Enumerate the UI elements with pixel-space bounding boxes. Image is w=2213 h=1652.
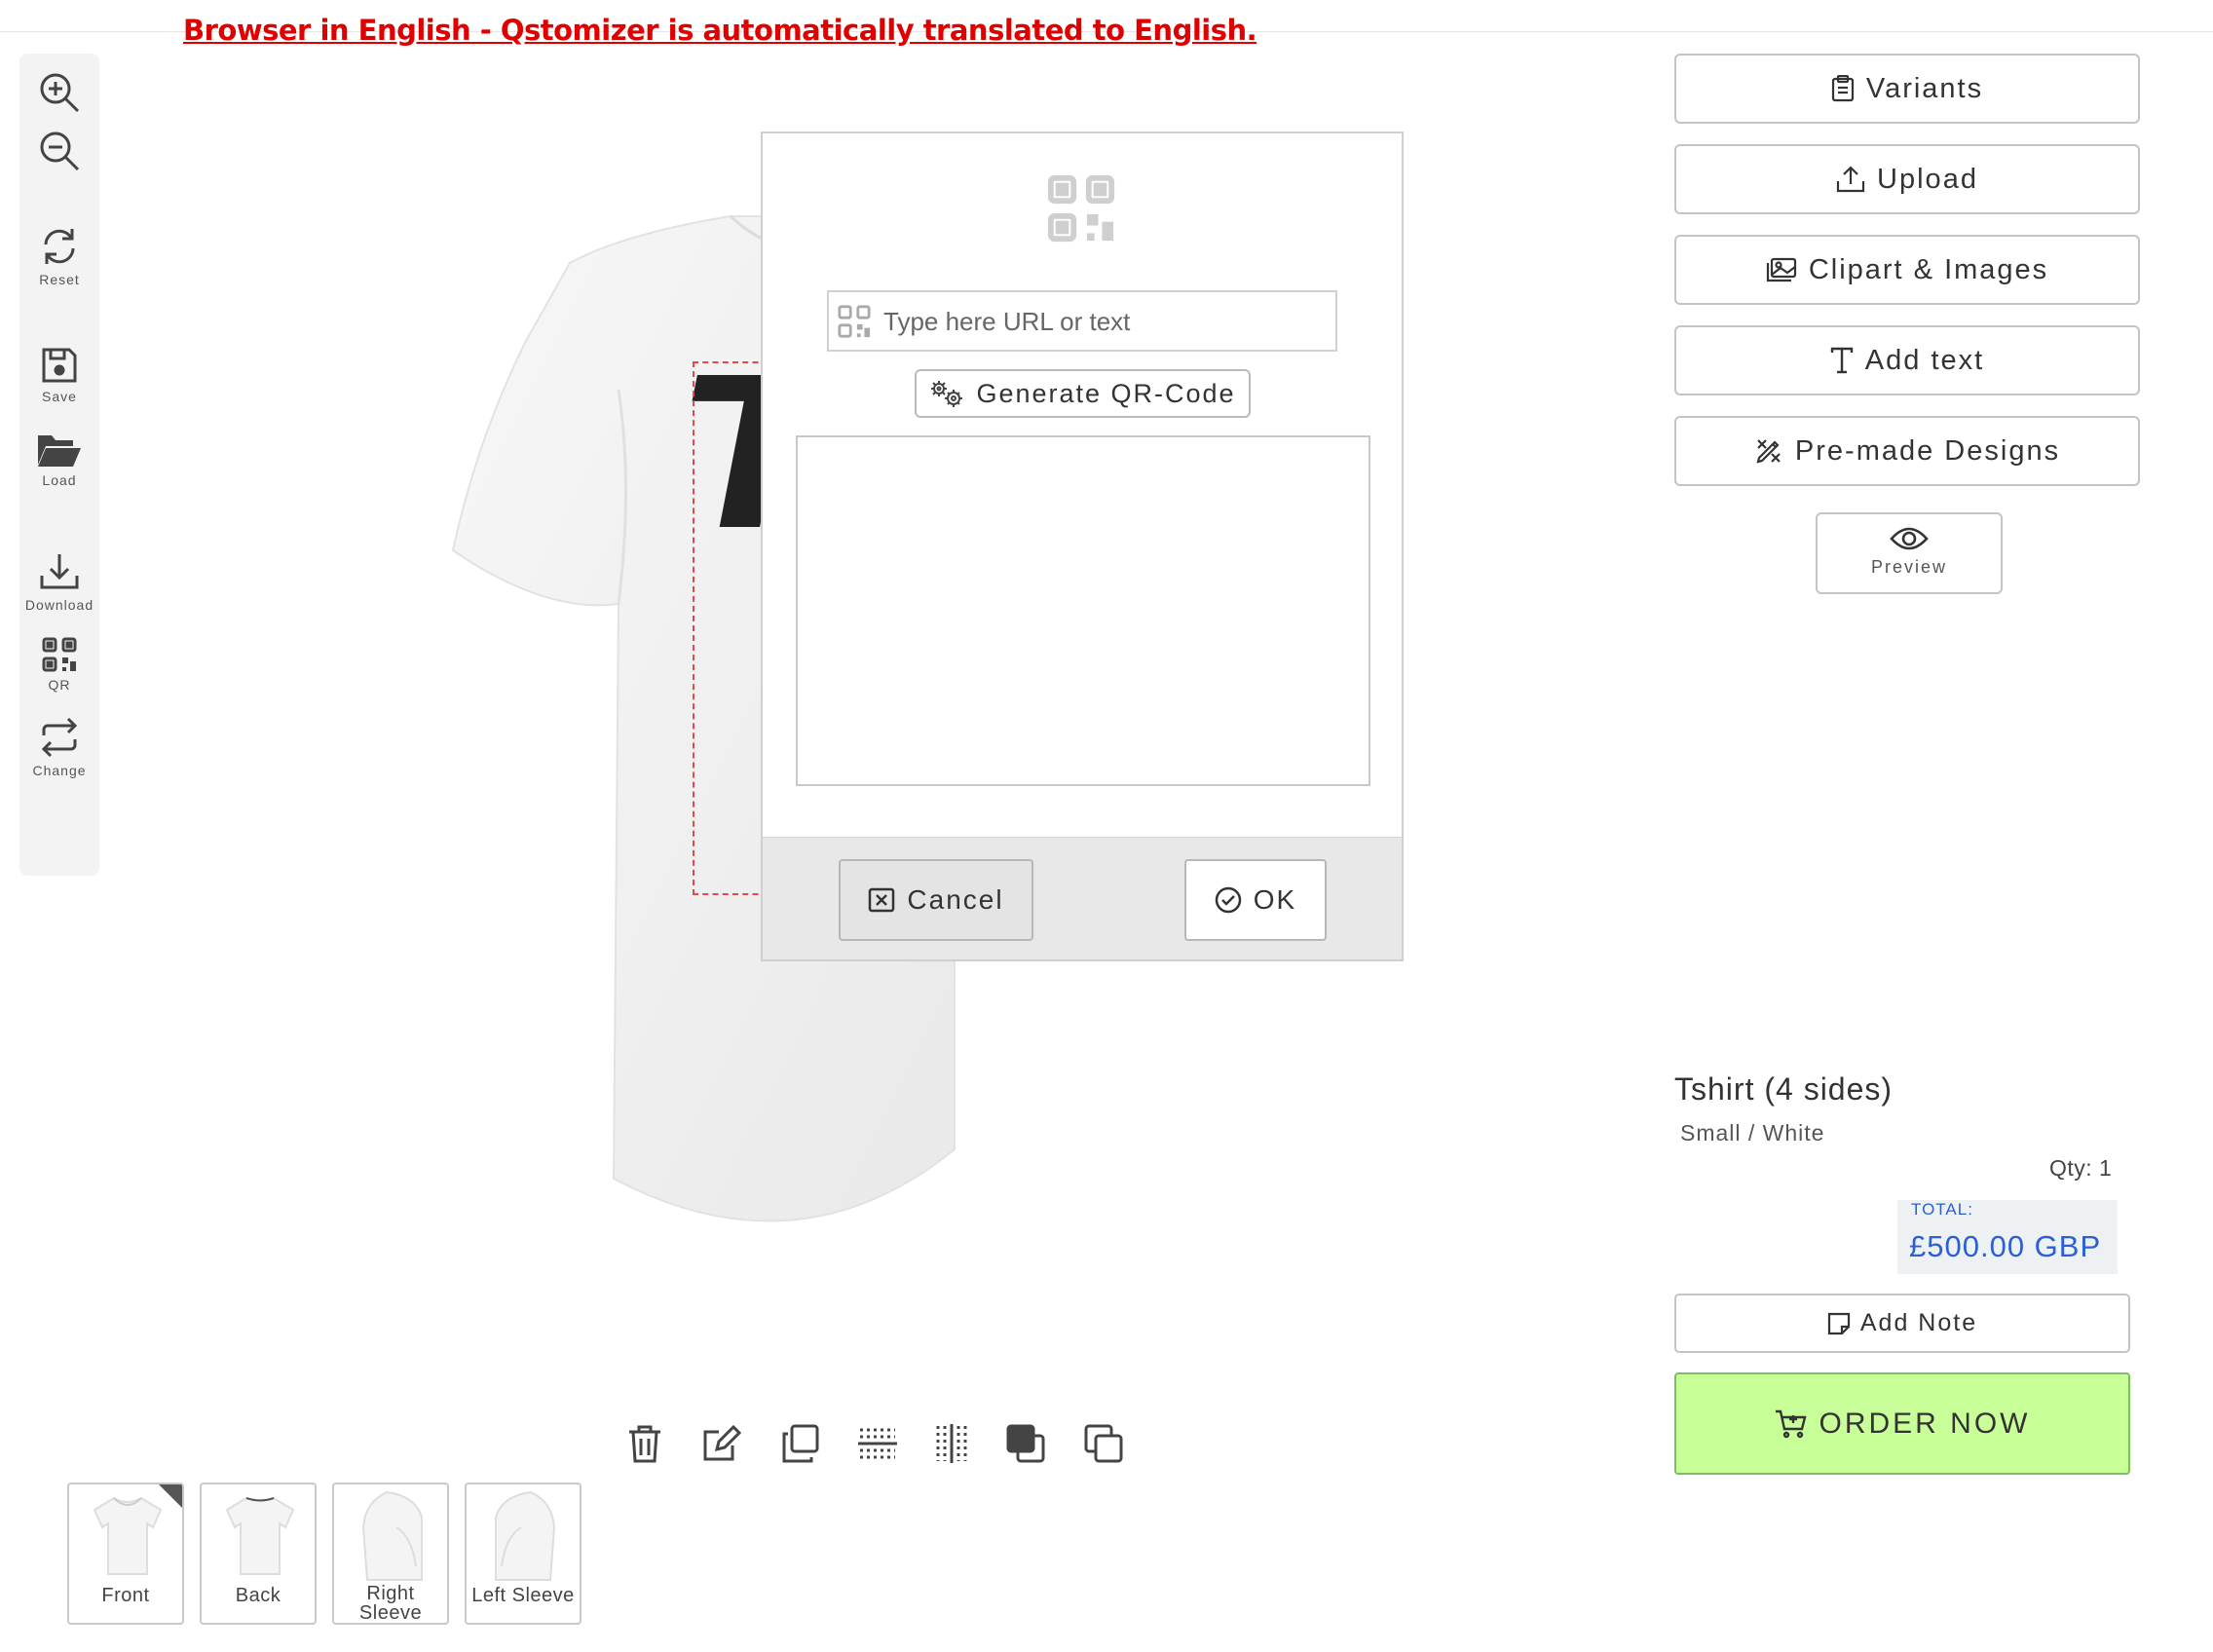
view-thumb-left-sleeve[interactable]: Left Sleeve xyxy=(465,1483,581,1625)
cancel-button[interactable]: Cancel xyxy=(839,859,1033,941)
view-thumb-back[interactable]: Back xyxy=(200,1483,317,1625)
translation-banner: Browser in English - Qstomizer is automa… xyxy=(183,14,1257,47)
ok-button[interactable]: OK xyxy=(1184,859,1327,941)
change-label: Change xyxy=(32,763,87,778)
reset-label: Reset xyxy=(39,272,80,287)
qr-label: QR xyxy=(48,677,71,693)
view-label-back: Back xyxy=(235,1585,281,1606)
add-note-label: Add Note xyxy=(1859,1309,1978,1336)
qr-preview-area xyxy=(796,435,1370,786)
zoom-in-button[interactable] xyxy=(19,71,99,114)
variants-label: Variants xyxy=(1865,72,1984,104)
total-value: £500.00 GBP xyxy=(1909,1229,2102,1263)
qr-url-input[interactable] xyxy=(883,300,1322,343)
qr-code-dialog: Generate QR-Code Cancel OK xyxy=(761,131,1404,961)
eye-icon xyxy=(1890,527,1929,550)
delete-icon[interactable] xyxy=(623,1422,666,1465)
zoom-out-button[interactable] xyxy=(19,130,99,172)
clipboard-icon xyxy=(1831,75,1854,102)
zoom-out-icon xyxy=(40,131,80,171)
add-text-button[interactable]: Add text xyxy=(1674,325,2140,395)
clipart-images-label: Clipart & Images xyxy=(1808,253,2049,285)
upload-label: Upload xyxy=(1877,163,1978,195)
total-label: TOTAL: xyxy=(1911,1200,1973,1219)
active-view-marker xyxy=(159,1484,182,1508)
total-box: TOTAL: £500.00 GBP xyxy=(1897,1200,2118,1274)
view-thumb-right-sleeve[interactable]: Right Sleeve xyxy=(332,1483,449,1625)
cart-plus-icon xyxy=(1775,1409,1807,1438)
left-toolbar: Reset Save Load Download QR Change xyxy=(19,54,99,876)
qr-small-icon xyxy=(838,305,871,338)
tshirt-right-sleeve-thumbnail xyxy=(361,1490,423,1581)
quantity-text: Qty: 1 xyxy=(2049,1155,2113,1181)
qr-icon xyxy=(42,637,77,672)
gears-icon xyxy=(931,381,963,407)
save-label: Save xyxy=(42,389,77,404)
preview-button[interactable]: Preview xyxy=(1816,512,2003,594)
duplicate-icon[interactable] xyxy=(778,1422,821,1465)
premade-designs-button[interactable]: Pre-made Designs xyxy=(1674,416,2140,486)
design-tools-icon xyxy=(1756,439,1781,464)
swap-icon xyxy=(41,717,78,758)
download-button[interactable]: Download xyxy=(19,550,99,613)
generate-qr-button[interactable]: Generate QR-Code xyxy=(915,369,1251,418)
tshirt-left-sleeve-thumbnail xyxy=(495,1490,556,1581)
reset-button[interactable]: Reset xyxy=(19,225,99,287)
view-thumb-front[interactable]: Front xyxy=(67,1483,184,1625)
save-icon xyxy=(42,348,77,383)
images-icon xyxy=(1766,257,1796,282)
tshirt-front-thumbnail xyxy=(93,1496,163,1575)
order-now-label: ORDER NOW xyxy=(1819,1407,2031,1440)
qr-button[interactable]: QR xyxy=(19,636,99,693)
zoom-in-icon xyxy=(40,73,80,113)
preview-label: Preview xyxy=(1870,557,1948,577)
load-label: Load xyxy=(42,472,77,488)
cancel-label: Cancel xyxy=(907,884,1004,915)
view-label-left-sleeve: Left Sleeve xyxy=(471,1585,575,1606)
close-box-icon xyxy=(869,887,895,913)
edit-icon[interactable] xyxy=(699,1422,742,1465)
download-label: Download xyxy=(24,597,94,613)
upload-icon xyxy=(1836,166,1865,193)
upload-button[interactable]: Upload xyxy=(1674,144,2140,214)
reset-icon xyxy=(44,229,75,264)
save-button[interactable]: Save xyxy=(19,346,99,404)
load-button[interactable]: Load xyxy=(19,432,99,488)
change-button[interactable]: Change xyxy=(19,716,99,778)
text-icon xyxy=(1830,347,1853,374)
add-note-button[interactable]: Add Note xyxy=(1674,1294,2130,1353)
clipart-images-button[interactable]: Clipart & Images xyxy=(1674,235,2140,305)
check-circle-icon xyxy=(1215,886,1242,914)
add-text-label: Add text xyxy=(1864,344,1985,376)
download-icon xyxy=(40,554,79,589)
qr-header-icon xyxy=(1047,174,1115,243)
variants-button[interactable]: Variants xyxy=(1674,54,2140,124)
qr-url-field xyxy=(827,290,1337,352)
view-label-front: Front xyxy=(101,1585,150,1606)
folder-open-icon xyxy=(38,435,81,467)
premade-designs-label: Pre-made Designs xyxy=(1794,434,2061,467)
note-icon xyxy=(1827,1312,1850,1334)
center-horizontal-icon[interactable] xyxy=(856,1422,899,1465)
tshirt-back-thumbnail xyxy=(225,1496,295,1575)
ok-label: OK xyxy=(1253,884,1297,915)
center-vertical-icon[interactable] xyxy=(930,1422,973,1465)
send-backward-icon[interactable] xyxy=(1082,1422,1125,1465)
product-title: Tshirt (4 sides) xyxy=(1674,1071,1894,1107)
order-now-button[interactable]: ORDER NOW xyxy=(1674,1372,2130,1475)
generate-qr-label: Generate QR-Code xyxy=(976,378,1236,408)
bring-forward-icon[interactable] xyxy=(1004,1422,1047,1465)
view-label-right-sleeve: Right Sleeve xyxy=(358,1583,423,1624)
product-variant: Small / White xyxy=(1680,1120,1825,1145)
